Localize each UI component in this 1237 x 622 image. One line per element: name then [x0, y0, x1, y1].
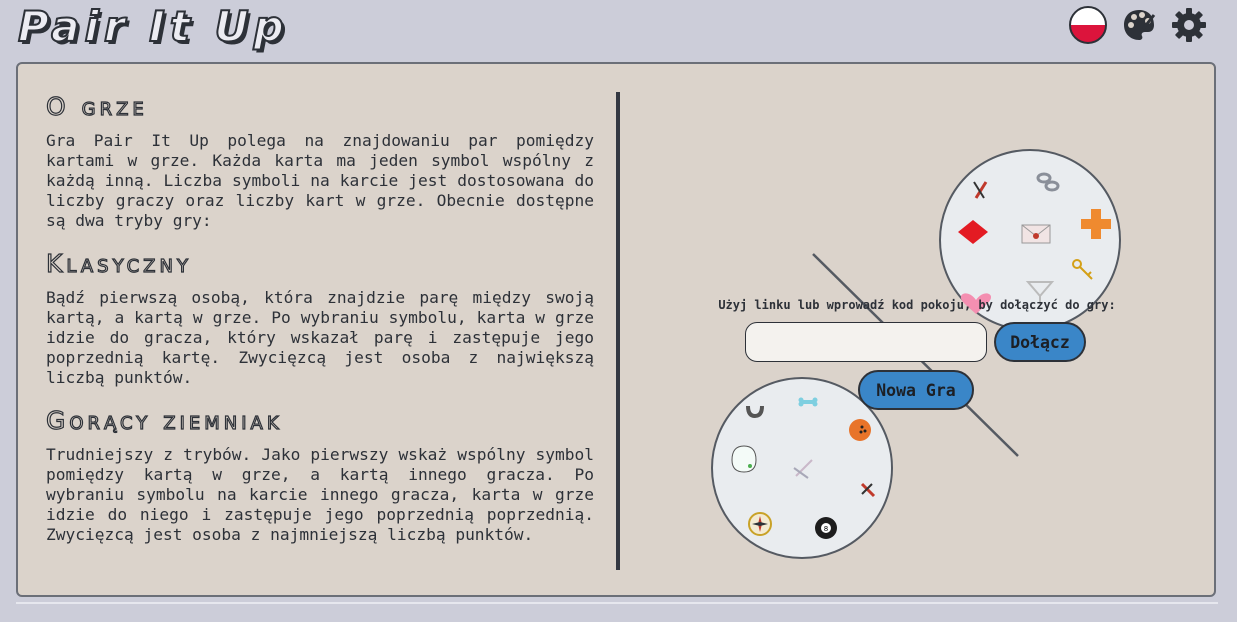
- bowling-ball-icon: [849, 419, 871, 441]
- main-panel: O grze Gra Pair It Up polega na znajdowa…: [16, 62, 1216, 597]
- svg-text:8: 8: [824, 525, 828, 533]
- join-button[interactable]: Dołącz: [994, 322, 1086, 362]
- envelope-icon: [1021, 224, 1051, 244]
- gear-icon[interactable]: [1171, 7, 1207, 43]
- palette-icon[interactable]: [1121, 7, 1157, 43]
- bottom-divider: [16, 602, 1218, 604]
- app-logo: Pair It Up: [17, 1, 289, 52]
- bag-icon: [731, 445, 757, 473]
- new-game-button[interactable]: Nowa Gra: [858, 370, 974, 410]
- header-actions: [1069, 6, 1207, 44]
- eight-ball-icon: 8: [815, 517, 837, 539]
- compass-icon: [748, 512, 772, 536]
- room-code-input[interactable]: [745, 322, 987, 362]
- join-instructions: Użyj linku lub wprowadź kod pokoju, by d…: [718, 298, 1116, 312]
- polish-flag-icon[interactable]: [1069, 6, 1107, 44]
